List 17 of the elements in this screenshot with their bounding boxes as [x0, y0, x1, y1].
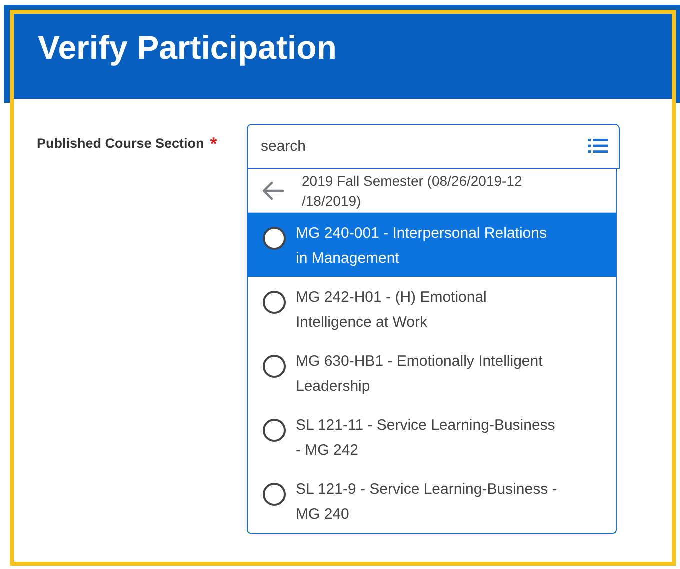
- course-option[interactable]: MG 630-HB1 - Emotionally Intelligent Leadership: [248, 341, 616, 405]
- course-option[interactable]: MG 242-H01 - (H) Emotional Intelligence at Work: [248, 277, 616, 341]
- radio-button[interactable]: [263, 483, 286, 506]
- list-icon[interactable]: [588, 138, 608, 154]
- radio-button[interactable]: [263, 419, 286, 442]
- back-arrow-icon[interactable]: [262, 180, 284, 200]
- course-option[interactable]: SL 121-9 - Service Learning-Business - MG 240: [248, 469, 616, 533]
- course-option[interactable]: MG 240-001 - Interpersonal Relations in Management: [248, 213, 616, 277]
- radio-button[interactable]: [263, 227, 286, 250]
- radio-button[interactable]: [263, 355, 286, 378]
- page-title: Verify Participation: [38, 28, 338, 68]
- group-heading: 2019 Fall Semester (08/26/2019-12 /18/2019): [302, 172, 524, 210]
- radio-button[interactable]: [263, 291, 286, 314]
- search-field[interactable]: search: [247, 124, 620, 169]
- course-option[interactable]: SL 121-11 - Service Learning-Business - MG 242: [248, 405, 616, 469]
- required-mark: *: [210, 136, 218, 152]
- field-label: Published Course Section: [37, 136, 204, 151]
